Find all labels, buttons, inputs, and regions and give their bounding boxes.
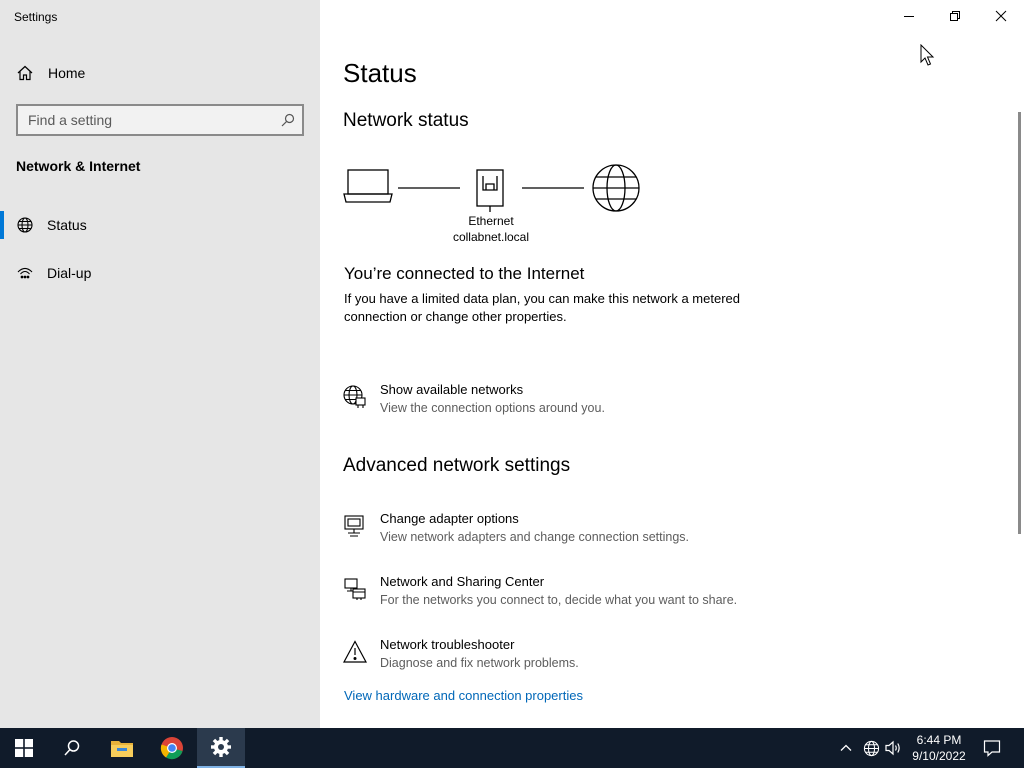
mouse-cursor-icon: [920, 44, 935, 66]
network-globe-icon: [863, 740, 879, 756]
link-desc: View network adapters and change connect…: [380, 530, 689, 544]
dial-up-icon: [16, 264, 34, 282]
show-available-networks-link[interactable]: Show available networks View the connect…: [340, 382, 800, 426]
close-icon: [995, 10, 1007, 22]
link-desc: View the connection options around you.: [380, 401, 605, 415]
advanced-settings-heading: Advanced network settings: [343, 455, 571, 476]
search-box: [16, 104, 304, 136]
settings-taskbar-button[interactable]: [197, 728, 245, 768]
network-sharing-center-link[interactable]: Network and Sharing Center For the netwo…: [340, 574, 800, 618]
network-diagram: Ethernet collabnet.local: [340, 160, 660, 250]
sidebar: Settings Home Network & Internet: [0, 0, 320, 728]
sidebar-item-label: Status: [47, 217, 87, 233]
restore-icon: [950, 11, 960, 21]
sharing-center-icon: [342, 576, 368, 602]
sidebar-item-home[interactable]: Home: [0, 58, 320, 88]
close-button[interactable]: [978, 0, 1024, 32]
sidebar-item-status[interactable]: Status: [0, 207, 320, 243]
show-hidden-icons-button[interactable]: [836, 738, 856, 758]
action-center-button[interactable]: [982, 738, 1002, 758]
sidebar-item-dial-up[interactable]: Dial-up: [0, 255, 320, 291]
connection-status-desc: If you have a limited data plan, you can…: [344, 291, 740, 324]
network-name-label: collabnet.local: [452, 230, 530, 244]
folder-icon: [111, 741, 133, 757]
home-icon: [16, 64, 34, 82]
chrome-button[interactable]: [148, 728, 196, 768]
link-title: Show available networks: [380, 382, 524, 397]
clock-time: 6:44 PM: [916, 733, 962, 747]
sidebar-item-label: Dial-up: [47, 265, 92, 281]
app-title: Settings: [14, 10, 58, 24]
active-indicator: [0, 211, 4, 239]
network-tray-button[interactable]: [861, 738, 881, 758]
warning-icon: [342, 639, 368, 665]
restore-button[interactable]: [932, 0, 978, 32]
change-adapter-options-link[interactable]: Change adapter options View network adap…: [340, 511, 800, 555]
sidebar-item-label: Home: [48, 65, 86, 81]
speaker-icon: [885, 740, 900, 756]
section-title: Network & Internet: [16, 158, 141, 174]
ethernet-icon: [476, 169, 504, 212]
page-title: Status: [343, 58, 417, 88]
start-button[interactable]: [0, 728, 48, 768]
laptop-icon: [343, 169, 393, 203]
adapter-icon: [342, 513, 368, 539]
network-troubleshooter-link[interactable]: Network troubleshooter Diagnose and fix …: [340, 637, 800, 681]
search-icon: [64, 740, 80, 756]
volume-tray-button[interactable]: [884, 738, 904, 758]
minimize-icon: [904, 16, 914, 17]
search-button[interactable]: [48, 728, 96, 768]
taskbar: 6:44 PM 9/10/2022: [0, 728, 1024, 768]
scrollbar[interactable]: [1018, 112, 1021, 534]
minimize-button[interactable]: [886, 0, 932, 32]
taskbar-clock[interactable]: 6:44 PM 9/10/2022: [904, 732, 974, 764]
link-desc: For the networks you connect to, decide …: [380, 593, 738, 607]
globe-icon: [592, 164, 640, 212]
adapter-label: Ethernet: [468, 214, 514, 228]
chrome-icon: [160, 737, 183, 760]
search-input[interactable]: [18, 106, 268, 134]
search-icon[interactable]: [280, 112, 296, 128]
windows-logo-icon: [15, 739, 33, 757]
hardware-properties-link[interactable]: View hardware and connection properties: [344, 688, 583, 703]
available-networks-icon: [342, 384, 368, 410]
link-desc: Diagnose and fix network problems.: [380, 656, 579, 670]
link-title: Network troubleshooter: [380, 637, 515, 652]
chevron-up-icon: [840, 744, 852, 751]
connection-status-title: You’re connected to the Internet: [344, 264, 585, 283]
clock-date: 9/10/2022: [912, 749, 966, 763]
network-status-heading: Network status: [343, 110, 469, 131]
link-title: Change adapter options: [380, 511, 519, 526]
link-title: Network and Sharing Center: [380, 574, 545, 589]
file-explorer-button[interactable]: [98, 728, 146, 768]
notification-icon: [983, 740, 1001, 757]
gear-icon: [211, 737, 231, 757]
globe-icon: [16, 216, 34, 234]
